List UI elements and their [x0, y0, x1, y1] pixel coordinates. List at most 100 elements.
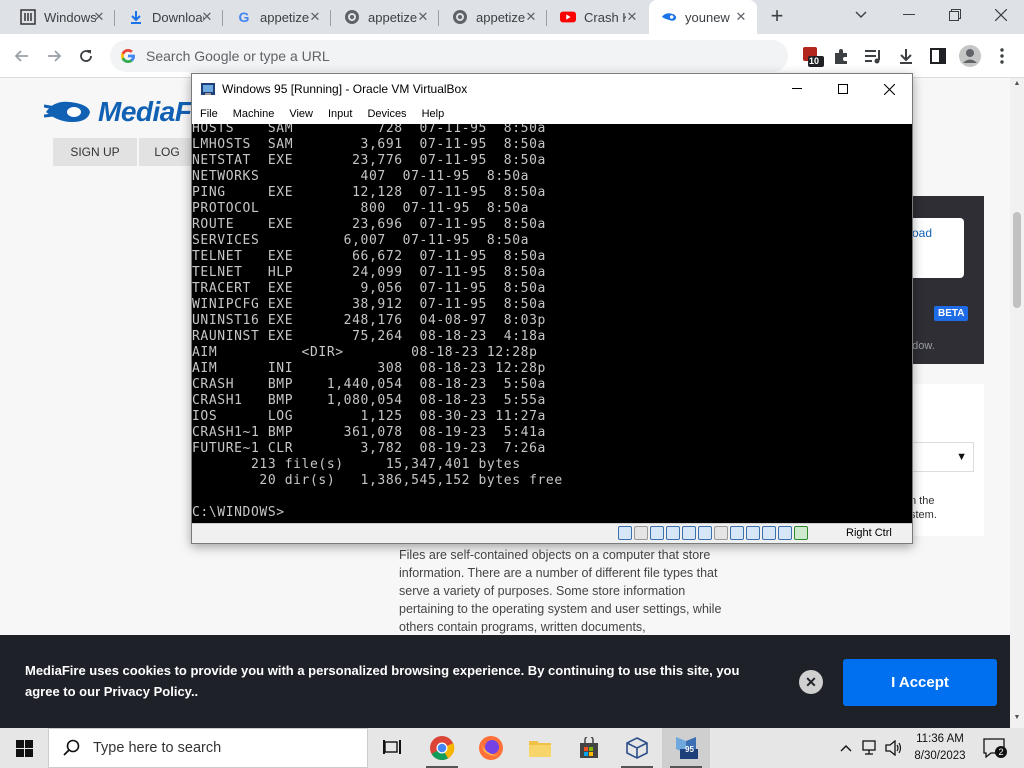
info-line: n the — [910, 495, 935, 507]
close-icon[interactable]: ✕ — [733, 9, 749, 25]
minimize-icon — [792, 88, 802, 89]
close-icon[interactable]: ✕ — [91, 9, 107, 25]
chrome-icon — [430, 736, 455, 761]
sign-up-button[interactable]: SIGN UP — [53, 138, 137, 166]
tab-appetize-1[interactable]: G appetize ✕ — [224, 0, 331, 34]
tab-appetize-3[interactable]: appetize ✕ — [440, 0, 547, 34]
console-line: NETWORKS 407 07-11-95 8:50a — [192, 169, 530, 184]
close-icon[interactable]: ✕ — [199, 9, 215, 25]
close-icon[interactable]: ✕ — [624, 9, 640, 25]
menu-button[interactable] — [990, 44, 1014, 68]
taskbar-clock[interactable]: 11:36 AM 8/30/2023 — [905, 731, 975, 765]
restore-button[interactable] — [932, 0, 978, 30]
scroll-down-arrow-icon[interactable]: ▼ — [1013, 714, 1021, 721]
audio-icon[interactable] — [650, 526, 664, 540]
network-icon[interactable] — [666, 526, 680, 540]
scroll-up-arrow-icon[interactable]: ▲ — [1013, 80, 1021, 87]
menu-devices[interactable]: Devices — [367, 108, 406, 120]
volume-tray-button[interactable] — [883, 728, 905, 768]
vbox-close-button[interactable] — [866, 74, 912, 104]
mouse-integration-icon[interactable] — [778, 526, 792, 540]
taskbar-search[interactable]: Type here to search — [48, 728, 368, 768]
close-icon[interactable]: ✕ — [307, 9, 323, 25]
start-button[interactable] — [0, 728, 48, 768]
login-button[interactable]: LOG — [139, 138, 195, 166]
device-status-icons — [618, 526, 810, 540]
shared-folders-icon[interactable] — [698, 526, 712, 540]
close-icon[interactable]: ✕ — [523, 9, 539, 25]
close-icon[interactable]: ✕ — [415, 9, 431, 25]
task-view-icon — [383, 740, 401, 754]
menu-help[interactable]: Help — [422, 108, 445, 120]
tab-mediafire[interactable]: younew ✕ — [649, 0, 757, 34]
tab-divider — [438, 10, 439, 26]
virtualbox-window: Windows 95 [Running] - Oracle VM Virtual… — [191, 73, 913, 544]
extensions-button[interactable] — [830, 44, 854, 68]
tab-label: Crash K — [584, 9, 626, 25]
page-scrollbar[interactable]: ▲ ▼ — [1010, 78, 1024, 728]
tab-strip: Windows ✕ Downloads ✕ G appetize ✕ appet… — [0, 0, 1024, 34]
close-icon — [883, 83, 895, 95]
cookie-banner: MediaFire uses cookies to provide you wi… — [0, 635, 1010, 728]
optical-drive-icon[interactable] — [634, 526, 648, 540]
tab-search-button[interactable] — [838, 0, 884, 30]
back-button[interactable] — [8, 42, 36, 70]
cube-icon — [626, 737, 648, 759]
downloads-button[interactable] — [894, 44, 918, 68]
playlist-icon — [865, 50, 880, 64]
globe-icon — [452, 9, 468, 25]
tab-label: Downloads — [152, 9, 204, 25]
display-icon[interactable] — [714, 526, 728, 540]
cpu-icon[interactable] — [762, 526, 776, 540]
recording-icon[interactable] — [746, 526, 760, 540]
cookie-text: MediaFire uses cookies to provide you wi… — [25, 663, 740, 699]
chevron-up-icon — [840, 745, 852, 752]
firefox-taskbar-button[interactable] — [467, 728, 515, 768]
accept-cookies-button[interactable]: I Accept — [843, 659, 997, 706]
store-taskbar-button[interactable] — [565, 728, 613, 768]
tab-windows[interactable]: Windows ✕ — [8, 0, 115, 34]
mediafire-icon — [661, 9, 677, 25]
reload-button[interactable] — [72, 42, 100, 70]
chrome-taskbar-button[interactable] — [418, 728, 466, 768]
forward-button[interactable] — [40, 42, 68, 70]
profile-button[interactable] — [958, 44, 982, 68]
console-line: AIM <DIR> 08-18-23 12:28p — [192, 345, 538, 360]
tab-youtube[interactable]: Crash K ✕ — [548, 0, 648, 34]
close-window-button[interactable] — [978, 0, 1024, 30]
keyboard-capture-icon[interactable] — [794, 526, 808, 540]
vbox-titlebar[interactable]: Windows 95 [Running] - Oracle VM Virtual… — [192, 74, 912, 104]
restore-icon — [949, 9, 961, 21]
show-hidden-icons-button[interactable] — [836, 728, 856, 768]
tab-label: younew — [685, 9, 730, 25]
tab-downloads[interactable]: Downloads ✕ — [116, 0, 223, 34]
vbox-statusbar: Right Ctrl — [192, 523, 912, 543]
minimize-button[interactable] — [886, 0, 932, 30]
file-explorer-taskbar-button[interactable] — [516, 728, 564, 768]
console-line: CRASH BMP 1,440,054 08-18-23 5:50a — [192, 377, 546, 392]
tab-appetize-2[interactable]: appetize ✕ — [332, 0, 439, 34]
side-panel-button[interactable] — [926, 44, 950, 68]
cookie-close-button[interactable]: ✕ — [799, 670, 823, 694]
windows95-vm-taskbar-button[interactable]: 95 — [662, 728, 710, 768]
menu-machine[interactable]: Machine — [233, 108, 275, 120]
network-tray-button[interactable] — [860, 728, 882, 768]
menu-input[interactable]: Input — [328, 108, 352, 120]
usb-icon[interactable] — [682, 526, 696, 540]
kebab-menu-icon — [1000, 48, 1004, 64]
extension-badge-button[interactable]: 10 — [800, 44, 824, 68]
menu-file[interactable]: File — [200, 108, 218, 120]
address-bar[interactable]: Search Google or type a URL — [110, 40, 788, 72]
new-tab-button[interactable]: + — [765, 5, 789, 29]
hard-disk-icon[interactable] — [618, 526, 632, 540]
virtualbox-manager-taskbar-button[interactable] — [613, 728, 661, 768]
vbox-minimize-button[interactable] — [774, 74, 820, 104]
menu-view[interactable]: View — [289, 108, 313, 120]
media-control-button[interactable] — [861, 44, 885, 68]
vm-console[interactable]: HOSTS SAM 728 07-11-95 8:50a LMHOSTS SAM … — [192, 124, 912, 523]
video-capture-icon[interactable] — [730, 526, 744, 540]
notification-center-button[interactable]: 2 — [982, 736, 1007, 760]
scrollbar-thumb[interactable] — [1013, 212, 1021, 308]
task-view-button[interactable] — [368, 728, 416, 768]
vbox-maximize-button[interactable] — [820, 74, 866, 104]
